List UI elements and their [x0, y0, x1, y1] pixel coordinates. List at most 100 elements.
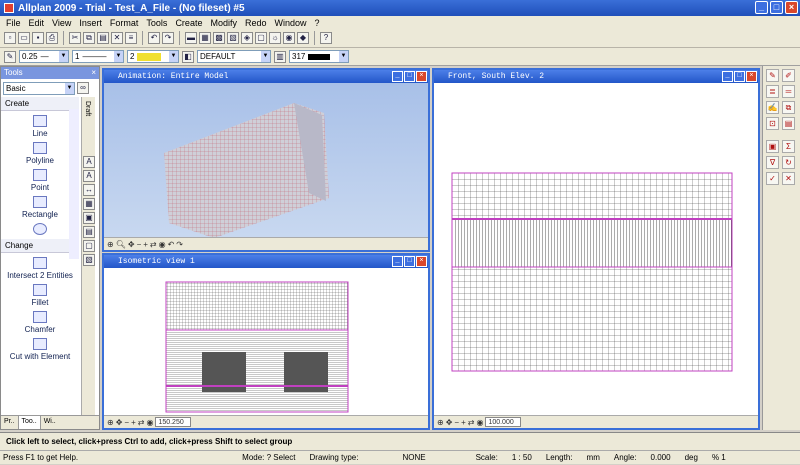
zoom-plus-icon[interactable]: +	[143, 240, 148, 249]
delete-red-icon[interactable]: ✕	[782, 172, 795, 185]
polyline-tool[interactable]: Polyline	[1, 142, 79, 165]
menu-redo[interactable]: Redo	[241, 18, 271, 28]
layer-select-icon[interactable]: ◧	[182, 50, 194, 63]
front-window-titlebar[interactable]: Front, South Elev. 2 _ □ ×	[434, 70, 758, 83]
paste-icon[interactable]: ▤	[97, 32, 109, 44]
front-viewport[interactable]	[434, 83, 758, 415]
iso-maximize-button[interactable]: □	[404, 256, 415, 267]
select-icon[interactable]: ▣	[766, 140, 779, 153]
layout-icon[interactable]: ▢	[83, 240, 95, 253]
menu-view[interactable]: View	[48, 18, 75, 28]
render-icon[interactable]: ◈	[241, 32, 253, 44]
front-camera-icon[interactable]: ◉	[476, 418, 483, 427]
zoom-out-icon[interactable]: −	[137, 240, 142, 249]
point-tool[interactable]: Point	[1, 169, 79, 192]
front-elevation-window[interactable]: Front, South Elev. 2 _ □ × ⊕ ✥ − + ⇄ ◉ 100.000	[432, 68, 760, 430]
tab-tools[interactable]: Too..	[18, 416, 41, 429]
animation-window[interactable]: Animation: Entire Model _ □ × ⊕ 🔍︎ ✥ − + ⇄ ◉ ↶ ↷	[102, 68, 430, 252]
text-tool-2-icon[interactable]: A	[83, 170, 95, 183]
isometric-window-titlebar[interactable]: Isometric view 1 _ □ ×	[104, 255, 428, 268]
fillet-tool[interactable]: Fillet	[1, 284, 79, 307]
front-zoom-plus-icon[interactable]: +	[461, 418, 466, 427]
zoom-in-icon[interactable]: ⊕	[107, 240, 114, 249]
layers-icon[interactable]: ≣	[766, 85, 779, 98]
cut-icon[interactable]: ✂	[69, 32, 81, 44]
iso-zoom-out-icon[interactable]: −	[124, 418, 129, 427]
isometric-window[interactable]: Isometric view 1 _ □ × ⊕ ✥ − + ⇄ ◉ 150.250	[102, 253, 430, 430]
line-tool[interactable]: Line	[1, 115, 79, 138]
context-help-icon[interactable]: ?	[320, 32, 332, 44]
pen-icon[interactable]: ✎	[4, 50, 16, 63]
line-type-select[interactable]: 1 ——— ▼	[72, 50, 124, 63]
iso-zoom-in-icon[interactable]: ⊕	[107, 418, 114, 427]
undo-icon[interactable]: ↶	[148, 32, 160, 44]
layer-select[interactable]: DEFAULT ▼	[197, 50, 271, 63]
anim-minimize-button[interactable]: _	[392, 71, 403, 82]
stack-icon[interactable]: ▤	[782, 117, 795, 130]
front-pan-icon[interactable]: ✥	[446, 418, 453, 427]
dimension-icon[interactable]: ↔	[83, 184, 95, 197]
copy-icon[interactable]: ⧉	[83, 32, 95, 44]
redo-view-icon[interactable]: ↷	[176, 240, 183, 249]
front-zoom-out-icon[interactable]: −	[454, 418, 459, 427]
front-nav-icon[interactable]: ⇄	[468, 418, 475, 427]
nav-arrows-icon[interactable]: ⇄	[150, 240, 157, 249]
isometric-viewport[interactable]	[104, 268, 428, 415]
line-style-icon[interactable]: ═	[782, 85, 795, 98]
menu-modify[interactable]: Modify	[206, 18, 241, 28]
open-folder-icon[interactable]: ▭	[18, 32, 30, 44]
intersect-tool[interactable]: Intersect 2 Entities	[1, 257, 79, 280]
grid-icon[interactable]: ▩	[213, 32, 225, 44]
print-icon[interactable]: ⎙	[46, 32, 58, 44]
iso-pan-icon[interactable]: ✥	[116, 418, 123, 427]
pan-icon[interactable]: ✥	[128, 240, 135, 249]
layer-icon[interactable]: ▬	[185, 32, 197, 44]
cut-with-element-tool[interactable]: Cut with Element	[1, 338, 79, 361]
text-tool-icon[interactable]: A	[83, 156, 95, 169]
module-select[interactable]: Basic ▼	[3, 81, 75, 95]
undo-view-icon[interactable]: ↶	[168, 240, 175, 249]
eyedropper-icon[interactable]: ✎	[766, 69, 779, 82]
iso-nav-icon[interactable]: ⇄	[138, 418, 145, 427]
snap-icon[interactable]: ⊡	[766, 117, 779, 130]
iso-close-button[interactable]: ×	[416, 256, 427, 267]
wall-icon[interactable]: ▤	[83, 226, 95, 239]
anim-close-button[interactable]: ×	[416, 71, 427, 82]
hatch-icon[interactable]: ▦	[83, 198, 95, 211]
sum-icon[interactable]: Σ	[782, 140, 795, 153]
pattern-icon[interactable]: ▥	[274, 50, 286, 63]
chamfer-tool[interactable]: Chamfer	[1, 311, 79, 334]
iso-camera-icon[interactable]: ◉	[146, 418, 153, 427]
menu-window[interactable]: Window	[270, 18, 310, 28]
image-icon[interactable]: ▧	[227, 32, 239, 44]
window-icon[interactable]: ▢	[255, 32, 267, 44]
create-scrollbar[interactable]	[69, 109, 79, 259]
brush-icon[interactable]: ✍	[766, 101, 779, 114]
front-close-button[interactable]: ×	[746, 71, 757, 82]
front-zoom-in-icon[interactable]: ⊕	[437, 418, 444, 427]
palette-close-icon[interactable]: ×	[91, 67, 96, 79]
format-number-select[interactable]: 317 ▼	[289, 50, 349, 63]
rectangle-tool[interactable]: Rectangle	[1, 196, 79, 219]
binoculars-icon[interactable]: ∞	[77, 82, 89, 94]
delete-icon[interactable]: ✕	[111, 32, 123, 44]
draft-tab[interactable]: Draft	[84, 101, 91, 116]
cube-icon[interactable]: ◆	[297, 32, 309, 44]
properties-icon[interactable]: ≡	[125, 32, 137, 44]
camera-icon[interactable]: ◉	[283, 32, 295, 44]
menu-edit[interactable]: Edit	[25, 18, 49, 28]
table-icon[interactable]: ▦	[199, 32, 211, 44]
front-scale-field[interactable]: 100.000	[485, 417, 522, 427]
menu-format[interactable]: Format	[106, 18, 143, 28]
menu-help[interactable]: ?	[311, 18, 324, 28]
nav-camera-icon[interactable]: ◉	[159, 240, 166, 249]
animation-viewport[interactable]	[104, 83, 428, 238]
copy-format-icon[interactable]: ⧉	[782, 101, 795, 114]
menu-file[interactable]: File	[2, 18, 25, 28]
pen-thickness-select[interactable]: 0.25— ▼	[19, 50, 69, 63]
anim-maximize-button[interactable]: □	[404, 71, 415, 82]
minimize-button[interactable]: _	[755, 1, 768, 14]
menu-insert[interactable]: Insert	[75, 18, 106, 28]
tab-properties[interactable]: Pr..	[1, 416, 19, 429]
menu-tools[interactable]: Tools	[142, 18, 171, 28]
